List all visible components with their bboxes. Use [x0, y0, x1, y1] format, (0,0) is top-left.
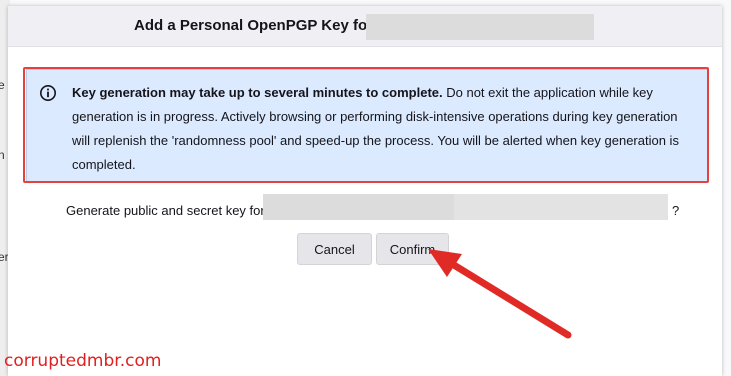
redacted-email-block: [366, 14, 594, 40]
confirm-button[interactable]: Confirm: [376, 233, 449, 265]
generate-key-question: Generate public and secret key for: [66, 203, 265, 218]
cancel-button[interactable]: Cancel: [297, 233, 372, 265]
dialog-header: Add a Personal OpenPGP Key for: [8, 6, 722, 47]
redacted-email-block: [454, 194, 668, 220]
background-text-fragment: e: [0, 78, 5, 92]
redacted-name-block: [263, 194, 456, 220]
watermark-text: corruptedmbr.com: [4, 351, 162, 371]
highlight-annotation-box: [23, 67, 709, 183]
question-mark: ?: [672, 203, 680, 218]
background-text-fragment: n: [0, 148, 5, 162]
dialog-title: Add a Personal OpenPGP Key for: [134, 17, 373, 34]
add-openpgp-key-dialog: Add a Personal OpenPGP Key for Key gener…: [8, 6, 722, 376]
